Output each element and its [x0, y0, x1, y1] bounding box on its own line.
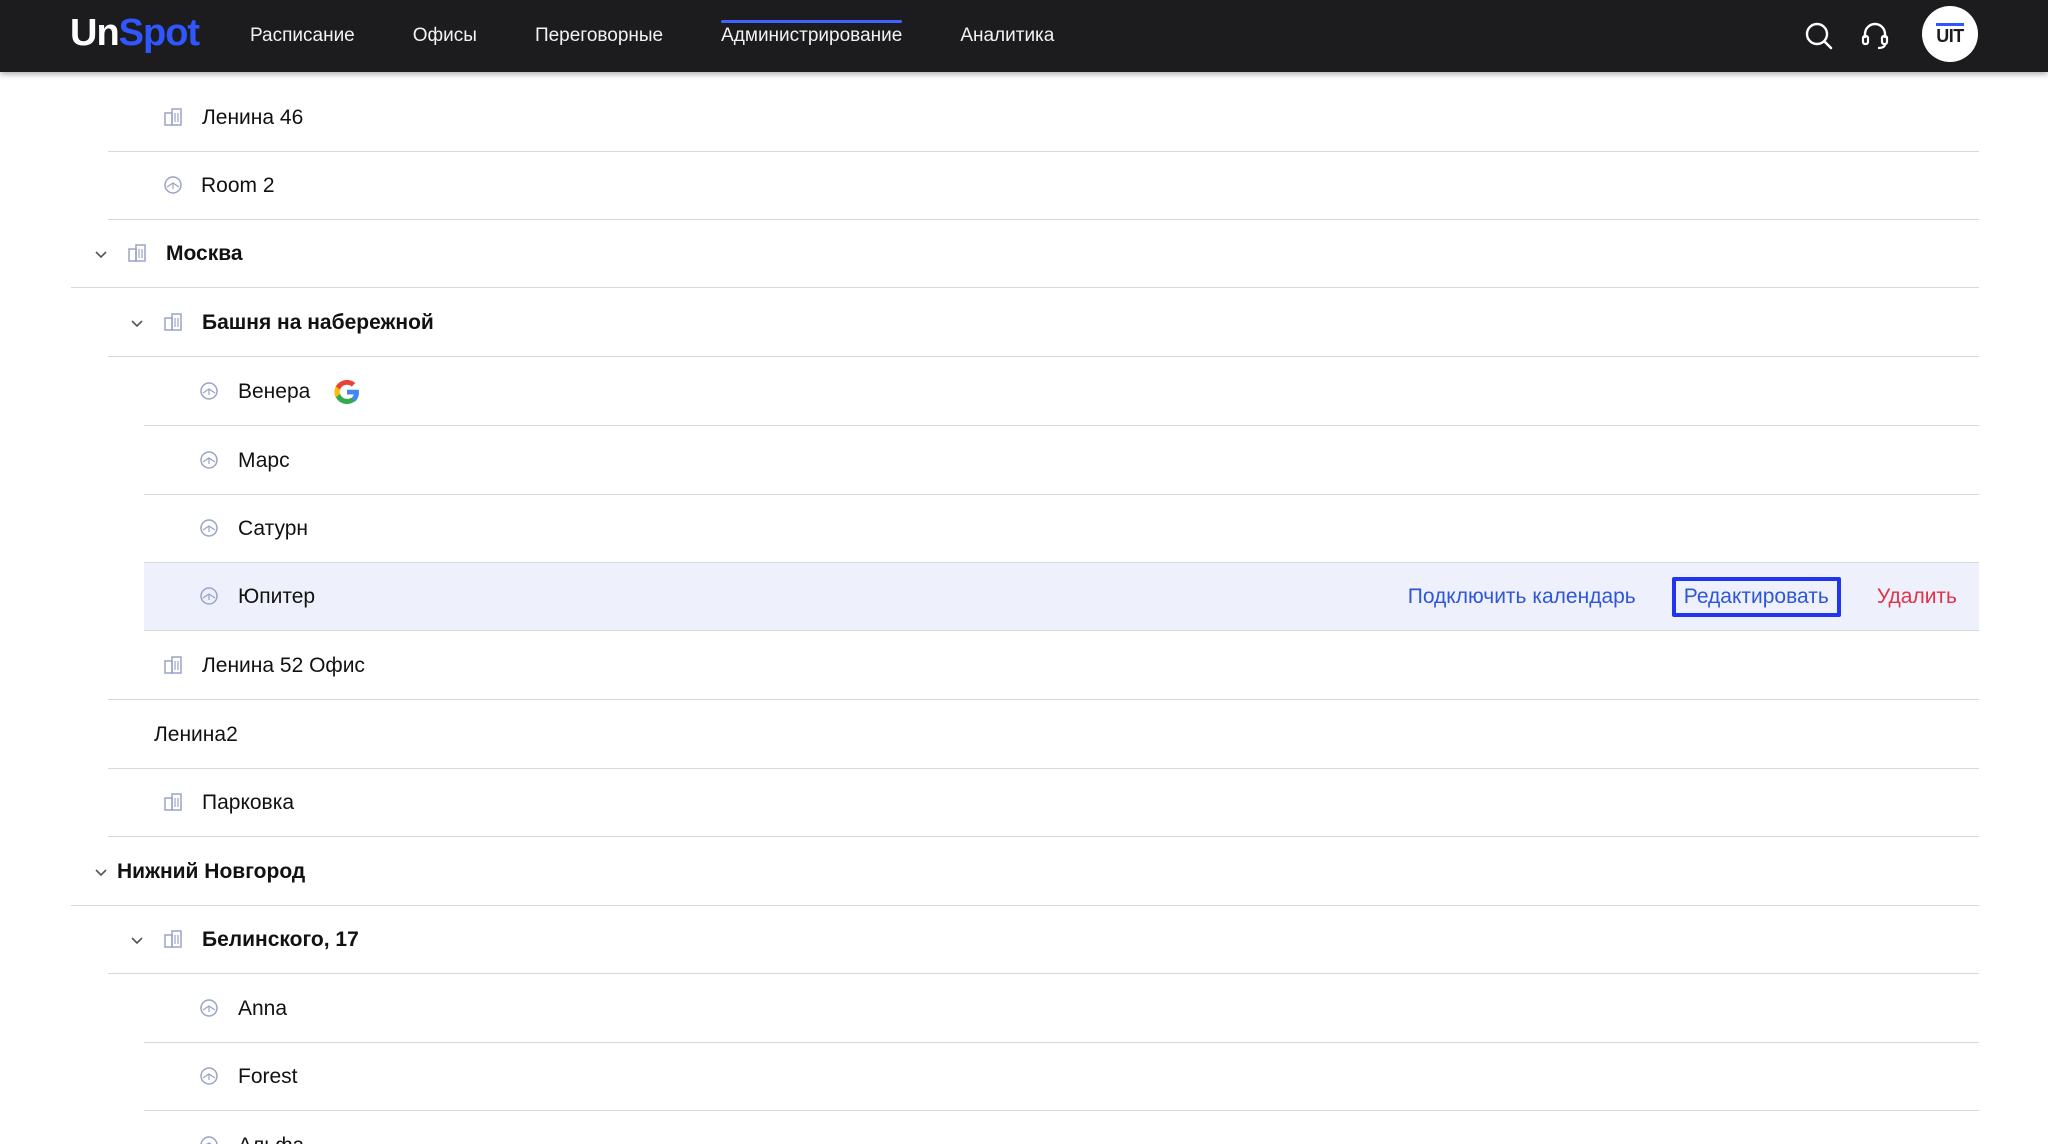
edit-button[interactable]: Редактировать — [1671, 577, 1841, 617]
user-avatar[interactable]: UIT — [1922, 6, 1978, 62]
tree-row[interactable]: Forest — [144, 1043, 1979, 1111]
main-nav: Расписание Офисы Переговорные Администри… — [250, 0, 1112, 72]
nav-item-schedule[interactable]: Расписание — [250, 0, 355, 72]
room-icon — [198, 517, 220, 539]
tree-row-label: Forest — [238, 1065, 298, 1088]
delete-button[interactable]: Удалить — [1877, 585, 1957, 609]
tree-row-label: Белинского, 17 — [202, 928, 359, 951]
tree-row[interactable]: Anna — [144, 975, 1979, 1043]
tree-row[interactable]: Room 2 — [108, 152, 1979, 220]
tree-row-label: Room 2 — [201, 174, 275, 197]
search-icon[interactable] — [1801, 18, 1837, 54]
tree-row-label: Парковка — [202, 791, 295, 814]
tree-row-label: Башня на набережной — [202, 311, 434, 334]
room-icon — [198, 1065, 220, 1087]
tree-row[interactable]: Башня на набережной — [108, 289, 1979, 357]
chevron-down-icon[interactable] — [127, 313, 147, 333]
building-icon — [162, 106, 184, 128]
room-icon — [198, 1134, 220, 1144]
tree-row-label: Юпитер — [238, 585, 316, 608]
tree-row-label: Москва — [166, 242, 243, 265]
building-icon — [162, 791, 184, 813]
tree-row-label: Ленина 52 Офис — [202, 654, 365, 677]
tree-row[interactable]: Нижний Новгород — [71, 838, 1979, 906]
tree-row[interactable]: Парковка — [108, 769, 1979, 837]
connect-calendar-button[interactable]: Подключить календарь — [1408, 585, 1636, 609]
building-icon — [162, 928, 184, 950]
room-icon — [198, 997, 220, 1019]
tree-row[interactable]: Ленина 46 — [108, 84, 1979, 152]
chevron-down-icon[interactable] — [91, 862, 111, 882]
tree-row[interactable]: Венера — [144, 358, 1979, 426]
building-icon — [126, 242, 148, 264]
tree-row-label: Ленина2 — [154, 723, 238, 746]
chevron-down-icon[interactable] — [127, 930, 147, 950]
nav-item-meeting-rooms[interactable]: Переговорные — [535, 0, 663, 72]
room-icon — [162, 174, 184, 196]
tree-row[interactable]: Ленина2 — [108, 701, 1979, 769]
building-icon — [162, 311, 184, 333]
nav-item-offices[interactable]: Офисы — [413, 0, 477, 72]
row-actions: Подключить календарь Редактировать Удали… — [1408, 563, 1957, 631]
top-navigation-bar: UnSpot Расписание Офисы Переговорные Адм… — [0, 0, 2048, 72]
tree-row-label: Ленина 46 — [202, 106, 304, 129]
tree-row-selected[interactable]: Юпитер Подключить календарь Редактироват… — [144, 563, 1979, 631]
logo-text-un: Un — [70, 12, 120, 54]
unspot-logo[interactable]: UnSpot — [70, 10, 200, 56]
tree-row[interactable]: Белинского, 17 — [108, 906, 1979, 974]
tree-row[interactable]: Альфа — [144, 1112, 1979, 1144]
tree-row[interactable]: Москва — [71, 220, 1979, 288]
room-icon — [198, 585, 220, 607]
tree-row-label: Венера — [238, 380, 311, 403]
chevron-down-icon[interactable] — [91, 244, 111, 264]
tree-row-label: Сатурн — [238, 517, 309, 540]
tree-row-label: Нижний Новгород — [117, 860, 306, 883]
room-icon — [198, 380, 220, 402]
nav-item-administration[interactable]: Администрирование — [721, 0, 903, 72]
tree-row-label: Марс — [238, 449, 290, 472]
room-icon — [198, 449, 220, 471]
tree-row-label: Альфа — [238, 1112, 304, 1144]
logo-text-spot: Spot — [118, 12, 200, 54]
tree-row-label: Anna — [238, 997, 288, 1020]
headset-icon[interactable] — [1857, 18, 1893, 54]
building-icon — [162, 654, 184, 676]
tree-row[interactable]: Марс — [144, 427, 1979, 495]
google-calendar-icon — [331, 376, 363, 408]
nav-item-analytics[interactable]: Аналитика — [960, 0, 1054, 72]
admin-tree-view: Ленина 46 Room 2 Москва Башня на набереж… — [0, 72, 2048, 1144]
avatar-initials: UIT — [1936, 23, 1964, 45]
tree-row[interactable]: Сатурн — [144, 495, 1979, 563]
tree-row[interactable]: Ленина 52 Офис — [108, 632, 1979, 700]
